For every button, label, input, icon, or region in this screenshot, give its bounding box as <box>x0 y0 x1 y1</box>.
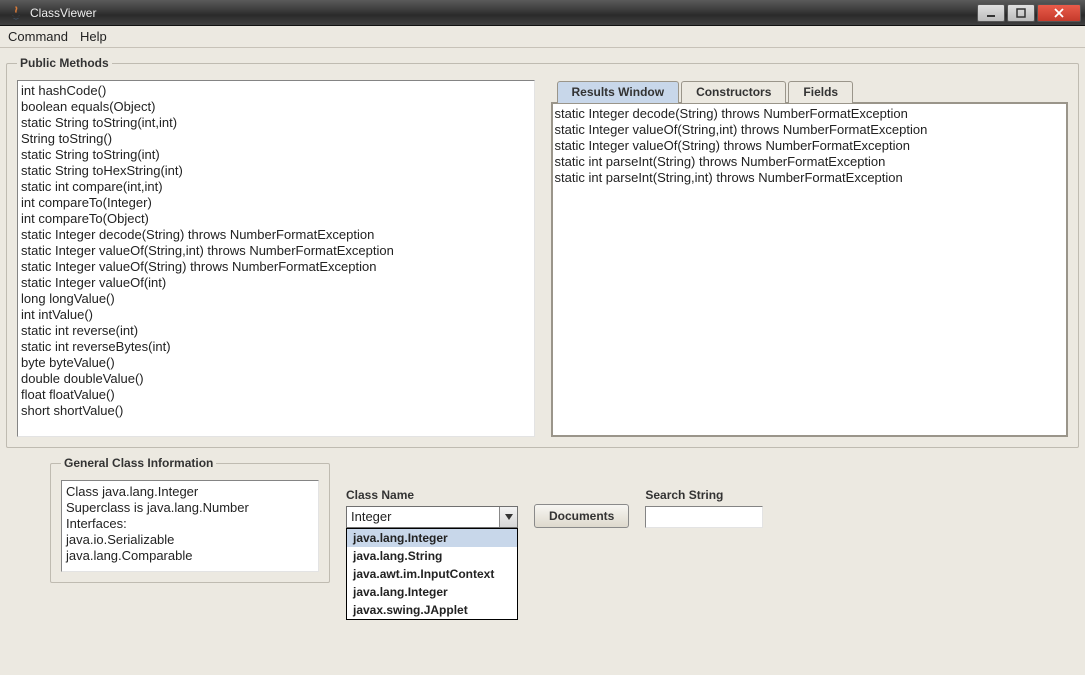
list-item[interactable]: int intValue() <box>20 307 532 323</box>
search-string-input[interactable] <box>645 506 763 528</box>
list-item[interactable]: String toString() <box>20 131 532 147</box>
tab-strip: Results Window Constructors Fields <box>557 80 1069 102</box>
list-item[interactable]: static int compare(int,int) <box>20 179 532 195</box>
class-name-combobox[interactable]: Integer <box>346 506 518 528</box>
list-item[interactable]: static int reverseBytes(int) <box>20 339 532 355</box>
chevron-down-icon[interactable] <box>499 507 517 527</box>
gci-line: java.io.Serializable <box>66 532 314 548</box>
dropdown-option[interactable]: javax.swing.JApplet <box>347 601 517 619</box>
window-title: ClassViewer <box>28 6 977 20</box>
window-titlebar: ClassViewer <box>0 0 1085 26</box>
window-maximize-button[interactable] <box>1007 4 1035 22</box>
gci-line: Class java.lang.Integer <box>66 484 314 500</box>
class-name-dropdown[interactable]: java.lang.Integerjava.lang.Stringjava.aw… <box>346 528 518 620</box>
dropdown-option[interactable]: java.lang.String <box>347 547 517 565</box>
class-name-label: Class Name <box>346 488 518 502</box>
public-methods-list[interactable]: int hashCode()boolean equals(Object)stat… <box>17 80 535 437</box>
dropdown-option[interactable]: java.lang.Integer <box>347 529 517 547</box>
tab-results-window[interactable]: Results Window <box>557 81 680 103</box>
list-item[interactable]: int compareTo(Integer) <box>20 195 532 211</box>
list-item[interactable]: static Integer valueOf(String) throws Nu… <box>555 138 1065 154</box>
general-class-info-legend: General Class Information <box>61 456 216 470</box>
general-class-info-group: General Class Information Class java.lan… <box>50 456 330 583</box>
tab-constructors[interactable]: Constructors <box>681 81 786 103</box>
results-panel[interactable]: static Integer decode(String) throws Num… <box>551 102 1069 437</box>
public-methods-group: Public Methods int hashCode()boolean equ… <box>6 56 1079 448</box>
list-item[interactable]: static Integer valueOf(String,int) throw… <box>20 243 532 259</box>
class-name-value: Integer <box>347 507 499 527</box>
list-item[interactable]: short shortValue() <box>20 403 532 419</box>
java-app-icon <box>8 5 24 21</box>
public-methods-legend: Public Methods <box>17 56 112 70</box>
list-item[interactable]: static int parseInt(String) throws Numbe… <box>555 154 1065 170</box>
general-class-info-text: Class java.lang.Integer Superclass is ja… <box>61 480 319 572</box>
list-item[interactable]: static int reverse(int) <box>20 323 532 339</box>
search-string-label: Search String <box>645 488 763 502</box>
dropdown-option[interactable]: java.lang.Integer <box>347 583 517 601</box>
menu-bar: Command Help <box>0 26 1085 48</box>
window-minimize-button[interactable] <box>977 4 1005 22</box>
list-item[interactable]: static Integer decode(String) throws Num… <box>555 106 1065 122</box>
gci-line: java.lang.Comparable <box>66 548 314 564</box>
list-item[interactable]: static Integer valueOf(String,int) throw… <box>555 122 1065 138</box>
list-item[interactable]: byte byteValue() <box>20 355 532 371</box>
list-item[interactable]: int hashCode() <box>20 83 532 99</box>
list-item[interactable]: static String toString(int) <box>20 147 532 163</box>
window-close-button[interactable] <box>1037 4 1081 22</box>
documents-button[interactable]: Documents <box>534 504 629 528</box>
gci-line: Superclass is java.lang.Number <box>66 500 314 516</box>
list-item[interactable]: static String toHexString(int) <box>20 163 532 179</box>
list-item[interactable]: static Integer decode(String) throws Num… <box>20 227 532 243</box>
client-area: Public Methods int hashCode()boolean equ… <box>0 48 1085 675</box>
list-item[interactable]: long longValue() <box>20 291 532 307</box>
tab-fields[interactable]: Fields <box>788 81 853 103</box>
list-item[interactable]: static int parseInt(String,int) throws N… <box>555 170 1065 186</box>
list-item[interactable]: static String toString(int,int) <box>20 115 532 131</box>
list-item[interactable]: double doubleValue() <box>20 371 532 387</box>
list-item[interactable]: static Integer valueOf(int) <box>20 275 532 291</box>
list-item[interactable]: int compareTo(Object) <box>20 211 532 227</box>
list-item[interactable]: float floatValue() <box>20 387 532 403</box>
list-item[interactable]: boolean equals(Object) <box>20 99 532 115</box>
list-item[interactable]: static Integer valueOf(String) throws Nu… <box>20 259 532 275</box>
dropdown-option[interactable]: java.awt.im.InputContext <box>347 565 517 583</box>
menu-command[interactable]: Command <box>8 29 68 44</box>
gci-line: Interfaces: <box>66 516 314 532</box>
menu-help[interactable]: Help <box>80 29 107 44</box>
